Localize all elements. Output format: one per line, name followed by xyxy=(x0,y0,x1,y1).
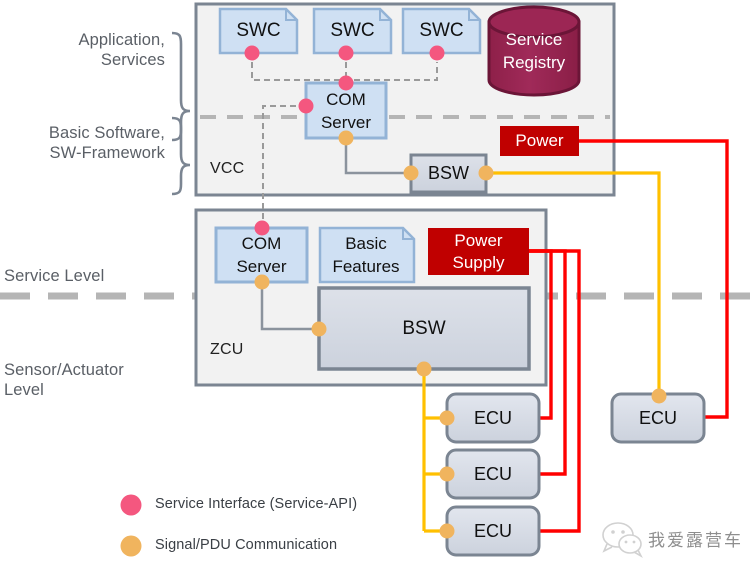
swc-block-3[interactable] xyxy=(403,9,480,53)
swc-block-1[interactable] xyxy=(220,9,297,53)
level-label-basic-software: Basic Software, SW-Framework xyxy=(48,124,165,162)
ecu-block-4[interactable] xyxy=(612,394,704,442)
level-label-application: Application, Services xyxy=(78,31,165,69)
service-registry-block[interactable] xyxy=(489,7,579,95)
diagram-canvas: Application, Services Basic Software, SW… xyxy=(0,0,750,566)
legend-label-signal-pdu: Signal/PDU Communication xyxy=(155,537,338,553)
vcc-name-label: VCC xyxy=(210,160,245,177)
level-label-service-level: Service Level xyxy=(4,267,105,285)
legend-swatch-service-interface xyxy=(120,494,142,516)
ecu-block-3[interactable] xyxy=(447,507,539,555)
vcc-power-block[interactable] xyxy=(500,126,579,156)
ecu-block-2[interactable] xyxy=(447,450,539,498)
legend-swatch-signal-pdu xyxy=(120,535,142,557)
ecu-block-1[interactable] xyxy=(447,394,539,442)
level-label-sensor-actuator: Sensor/Actuator Level xyxy=(4,361,124,399)
zcu-com-server-block[interactable] xyxy=(216,228,307,282)
zcu-bsw-block[interactable] xyxy=(319,288,529,369)
watermark-label: 我爱露营车 xyxy=(648,531,743,551)
zcu-name-label: ZCU xyxy=(210,341,244,358)
zcu-basic-features-block[interactable] xyxy=(320,228,414,282)
brace-basic-software xyxy=(171,116,191,196)
swc-block-2[interactable] xyxy=(314,9,391,53)
vcc-com-server-block[interactable] xyxy=(306,83,386,138)
legend-label-service-interface: Service Interface (Service-API) xyxy=(155,496,358,512)
vcc-bsw-block[interactable] xyxy=(411,155,486,192)
wechat-icon xyxy=(602,522,643,559)
zcu-power-supply-block[interactable] xyxy=(428,228,529,275)
